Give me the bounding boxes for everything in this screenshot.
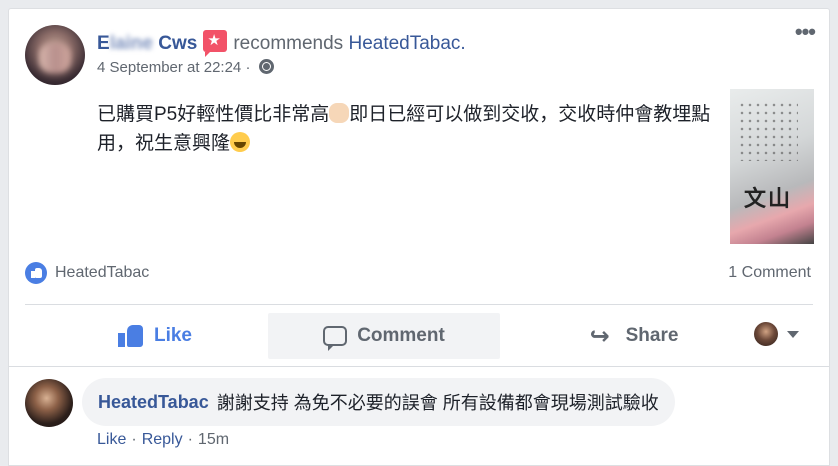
comment-author[interactable]: HeatedTabac: [98, 392, 209, 413]
post-meta: 4 September at 22:24 ·: [97, 59, 274, 76]
author-name[interactable]: Elaine Cws: [97, 33, 197, 54]
comment-age[interactable]: 15m: [198, 431, 229, 448]
comment-text: 謝謝支持 為免不必要的誤會 所有設備都會現場測試驗收: [216, 393, 659, 413]
post-card: Elaine Cws recommends HeatedTabac. 4 Sept…: [8, 8, 830, 466]
author-avatar[interactable]: [25, 25, 85, 85]
more-icon[interactable]: •••: [795, 21, 816, 43]
comment-actions: Like · Reply · 15m: [97, 431, 230, 448]
page-link[interactable]: HeatedTabac.: [348, 33, 465, 54]
post-text: 已購買P5好輕性價比非常高 即日已經可以做到交收，交收時仲會教埋點用，祝生意興隆: [97, 103, 711, 154]
comment-button[interactable]: Comment: [268, 313, 500, 359]
caret-down-icon: [787, 330, 799, 338]
thumb-icon: [117, 323, 144, 349]
like-button[interactable]: Like: [25, 313, 285, 359]
share-button[interactable]: ↪ Share: [529, 313, 739, 359]
meta-separator: ·: [245, 59, 251, 76]
divider: [9, 366, 829, 367]
globe-icon[interactable]: [258, 59, 274, 74]
recommend-verb: recommends: [233, 33, 344, 54]
likers-text[interactable]: HeatedTabac: [55, 264, 149, 282]
divider: [25, 304, 813, 305]
recommend-icon: [203, 30, 228, 57]
avatar: [754, 322, 778, 346]
reaction-identity-selector[interactable]: [754, 322, 799, 346]
pointing-hand-emoji-icon: [329, 103, 350, 123]
comment-count[interactable]: 1 Comment: [728, 264, 811, 282]
post-photo[interactable]: 文山: [730, 89, 814, 244]
comment-reply-link[interactable]: Reply: [142, 431, 183, 448]
commenter-avatar[interactable]: [25, 379, 73, 427]
like-bubble-icon[interactable]: [25, 262, 47, 284]
grinning-face-emoji-icon: [230, 132, 251, 152]
share-icon: ↪: [589, 322, 610, 350]
author-name-blurred: laine: [109, 33, 153, 54]
photo-text: 文山: [744, 187, 793, 212]
comment-bubble: HeatedTabac 謝謝支持 為免不必要的誤會 所有設備都會現場測試驗收: [82, 378, 675, 426]
comment-bubble-icon: [323, 326, 348, 351]
comment-like-link[interactable]: Like: [97, 431, 126, 448]
post-timestamp[interactable]: 4 September at 22:24: [97, 59, 241, 76]
post-header: Elaine Cws recommends HeatedTabac.: [97, 30, 466, 57]
